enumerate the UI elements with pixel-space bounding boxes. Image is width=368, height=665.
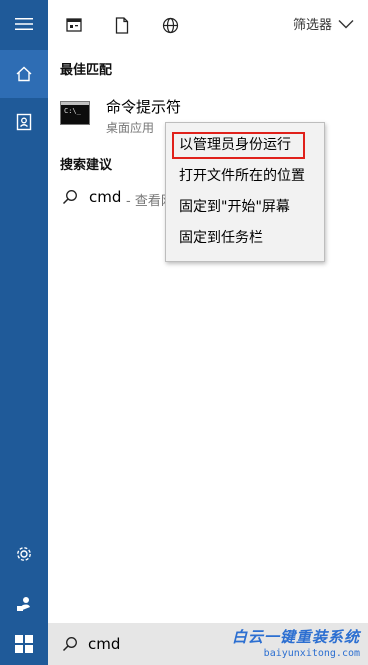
search-input[interactable]: cmd bbox=[88, 635, 120, 653]
home-button[interactable] bbox=[0, 50, 48, 98]
open-file-location-menu-item[interactable]: 打开文件所在的位置 bbox=[166, 162, 324, 190]
search-icon bbox=[62, 190, 77, 205]
hamburger-menu-button[interactable] bbox=[0, 0, 48, 48]
pin-to-start-label: 固定到"开始"屏幕 bbox=[179, 199, 290, 215]
watermark-text: 白云一键重装系统 bbox=[231, 628, 360, 646]
command-prompt-app-icon: C:\_ bbox=[60, 101, 90, 125]
filter-dropdown[interactable]: 筛选器 bbox=[293, 14, 354, 33]
filter-label: 筛选器 bbox=[292, 18, 332, 33]
web-filter-icon bbox=[162, 17, 178, 33]
notebook-button[interactable] bbox=[0, 98, 48, 146]
settings-gear-icon bbox=[17, 547, 31, 561]
left-rail bbox=[0, 0, 48, 623]
windows-logo-icon bbox=[15, 635, 33, 653]
hamburger-menu-icon bbox=[15, 18, 33, 30]
home-icon bbox=[16, 66, 32, 82]
chevron-down-icon bbox=[338, 19, 354, 28]
suggestion-term: cmd bbox=[89, 188, 122, 206]
pin-to-start-menu-item[interactable]: 固定到"开始"屏幕 bbox=[166, 193, 324, 221]
web-filter-button[interactable] bbox=[158, 13, 182, 37]
notebook-icon bbox=[16, 113, 32, 131]
feedback-button[interactable] bbox=[0, 580, 48, 628]
feedback-person-icon bbox=[17, 597, 30, 611]
result-app-name: 命令提示符 bbox=[106, 98, 182, 116]
documents-filter-icon bbox=[115, 16, 129, 34]
result-app-type: 桌面应用 bbox=[106, 121, 155, 135]
apps-filter-icon bbox=[66, 18, 82, 32]
run-as-administrator-menu-item[interactable]: 以管理员身份运行 bbox=[166, 131, 324, 159]
watermark-url: baiyunxitong.com bbox=[263, 648, 360, 659]
pin-to-taskbar-label: 固定到任务栏 bbox=[179, 230, 263, 246]
taskbar: cmd 白云一键重装系统 baiyunxitong.com bbox=[0, 623, 368, 665]
context-menu: 以管理员身份运行 打开文件所在的位置 固定到"开始"屏幕 固定到任务栏 bbox=[165, 122, 325, 262]
open-file-location-label: 打开文件所在的位置 bbox=[179, 168, 305, 184]
command-prompt-icon-text: C:\_ bbox=[64, 107, 81, 115]
watermark: 白云一键重装系统 baiyunxitong.com bbox=[232, 626, 360, 659]
pin-to-taskbar-menu-item[interactable]: 固定到任务栏 bbox=[166, 224, 324, 252]
search-filter-toolbar: 筛选器 bbox=[48, 0, 368, 50]
documents-filter-button[interactable] bbox=[110, 13, 134, 37]
best-match-heading: 最佳匹配 bbox=[60, 63, 113, 78]
start-button[interactable] bbox=[0, 623, 48, 665]
highlight-box bbox=[172, 132, 305, 159]
taskbar-search-icon bbox=[62, 637, 77, 652]
settings-button[interactable] bbox=[0, 530, 48, 578]
search-suggestions-heading: 搜索建议 bbox=[60, 158, 113, 173]
apps-filter-button[interactable] bbox=[62, 13, 86, 37]
